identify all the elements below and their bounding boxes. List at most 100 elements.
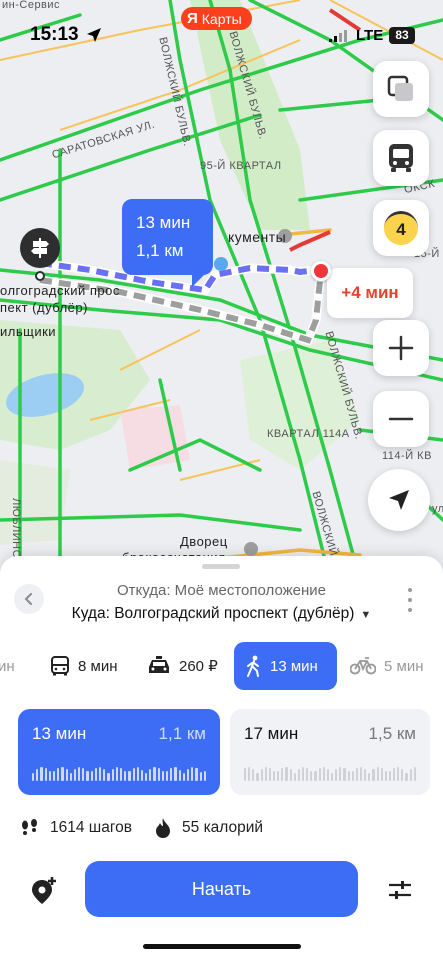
elevation-bar: [149, 768, 152, 781]
bus-icon: [389, 144, 413, 172]
brand-name: Карты: [201, 10, 242, 27]
elevation-bar: [52, 771, 56, 781]
current-location-marker: [311, 261, 331, 281]
elevation-bar: [289, 769, 292, 781]
elevation-bar: [322, 767, 325, 781]
elevation-bar: [48, 771, 51, 781]
elevation-bar: [107, 773, 110, 781]
elevation-bar: [409, 769, 412, 781]
elevation-bar: [191, 767, 194, 781]
elevation-bar: [297, 769, 300, 781]
elevation-bar: [86, 771, 89, 781]
layers-icon: [387, 75, 413, 101]
elevation-bar: [244, 767, 247, 781]
elevation-bar: [124, 771, 127, 781]
route-time: 13 мин: [32, 724, 87, 743]
elevation-bar: [140, 769, 144, 781]
elevation-bar: [301, 767, 305, 781]
elevation-bar: [73, 769, 77, 781]
elevation-bar: [99, 767, 102, 781]
navigation-arrow-icon: [389, 490, 409, 510]
elevation-bar: [174, 767, 177, 781]
zoom-in-button[interactable]: [373, 320, 429, 376]
elevation-bar: [132, 767, 135, 781]
elevation-bar: [178, 769, 181, 781]
elevation-bar: [182, 772, 185, 781]
walking-icon: [247, 655, 259, 677]
traffic-level-button[interactable]: 4: [373, 200, 429, 256]
elevation-bar: [170, 767, 173, 781]
elevation-bar: [166, 770, 169, 781]
map-label: пект (дублёр): [0, 300, 88, 315]
route-option-card[interactable]: 17 мин 1,5 км: [230, 709, 430, 795]
mode-tab-walking[interactable]: 13 мин: [234, 642, 337, 690]
route-settings-icon[interactable]: [387, 877, 413, 903]
elevation-bar: [268, 767, 271, 781]
elevation-bar: [380, 767, 383, 781]
start-navigation-button[interactable]: Начать: [85, 861, 358, 917]
home-indicator[interactable]: [143, 944, 301, 949]
route-distance: 1,1 км: [158, 724, 206, 743]
minus-icon: [388, 417, 414, 421]
mode-walking-label: 13 мин: [270, 657, 318, 675]
elevation-bar: [36, 769, 39, 781]
elevation-bar: [153, 767, 156, 781]
alternative-route-bubble[interactable]: +4 мин: [327, 268, 413, 318]
route-destination[interactable]: Куда: Волгоградский проспект (дублёр) ▼: [0, 605, 443, 623]
elevation-bar: [44, 767, 47, 781]
calories-stat: 55 калорий: [154, 818, 263, 838]
status-time: 15:13: [30, 24, 79, 45]
map-layers-button[interactable]: [373, 61, 429, 117]
elevation-bar: [339, 767, 342, 781]
route-option-card[interactable]: 13 мин 1,1 км: [18, 709, 220, 795]
elevation-profile: [32, 767, 206, 781]
cellular-signal-icon: [329, 30, 347, 42]
route-stats: 1614 шагов 55 калорий: [20, 817, 285, 839]
mode-tab-taxi[interactable]: 260 ₽: [147, 642, 218, 690]
network-type: LTE: [356, 27, 384, 44]
battery-icon: 83: [389, 27, 415, 44]
elevation-bar: [252, 769, 255, 781]
route-bubble-time: 13 мин: [136, 213, 191, 232]
mode-tab-bus[interactable]: 8 мин: [50, 642, 118, 690]
elevation-bar: [293, 773, 296, 781]
elevation-bar: [65, 769, 68, 781]
elevation-bar: [40, 767, 43, 781]
elevation-bar: [94, 767, 97, 781]
elevation-bar: [136, 767, 139, 781]
elevation-bar: [186, 768, 190, 781]
steps-count: 1614 шагов: [50, 819, 133, 836]
elevation-bar: [384, 771, 387, 781]
location-services-icon: [87, 28, 101, 42]
mode-tab-car[interactable]: ин: [0, 642, 15, 690]
route-origin[interactable]: Откуда: Моё местоположение: [0, 582, 443, 599]
elevation-bar: [128, 770, 131, 781]
destination-signpost-icon[interactable]: [20, 228, 60, 268]
zoom-out-button[interactable]: [373, 391, 429, 447]
my-location-button[interactable]: [368, 469, 430, 531]
map-label: Дворец: [180, 534, 228, 549]
route-time-bubble[interactable]: 13 мин 1,1 км: [122, 199, 213, 287]
elevation-bar: [248, 767, 251, 781]
sheet-drag-handle[interactable]: [202, 564, 240, 569]
map-view[interactable]: ин-Сервис САРАТОВСКАЯ УЛ. ВОЛЖСКИЙ БУЛЬВ…: [0, 0, 443, 580]
transport-mode-tabs: ин 8 мин 260 ₽ 13 мин 5 мин: [0, 642, 443, 690]
add-waypoint-icon[interactable]: [28, 876, 58, 906]
elevation-bar: [103, 769, 106, 781]
taxi-icon: [149, 656, 169, 673]
route-bottom-sheet[interactable]: Откуда: Моё местоположение Куда: Волгогр…: [0, 556, 443, 960]
elevation-bar: [199, 771, 202, 781]
mode-taxi-label: 260 ₽: [179, 658, 218, 675]
traffic-level-icon: 4: [384, 211, 418, 245]
mode-tab-bicycle[interactable]: 5 мин: [350, 642, 424, 690]
mode-bus-label: 8 мин: [78, 657, 118, 675]
elevation-bar: [145, 773, 148, 781]
more-options-button[interactable]: [403, 588, 417, 612]
elevation-bar: [405, 773, 408, 781]
elevation-bar: [364, 769, 367, 781]
transport-layer-button[interactable]: [373, 130, 429, 186]
mode-car-label: ин: [0, 657, 15, 675]
elevation-bar: [264, 767, 267, 781]
elevation-bar: [61, 767, 64, 781]
map-label: олгоградский прос: [0, 283, 120, 298]
